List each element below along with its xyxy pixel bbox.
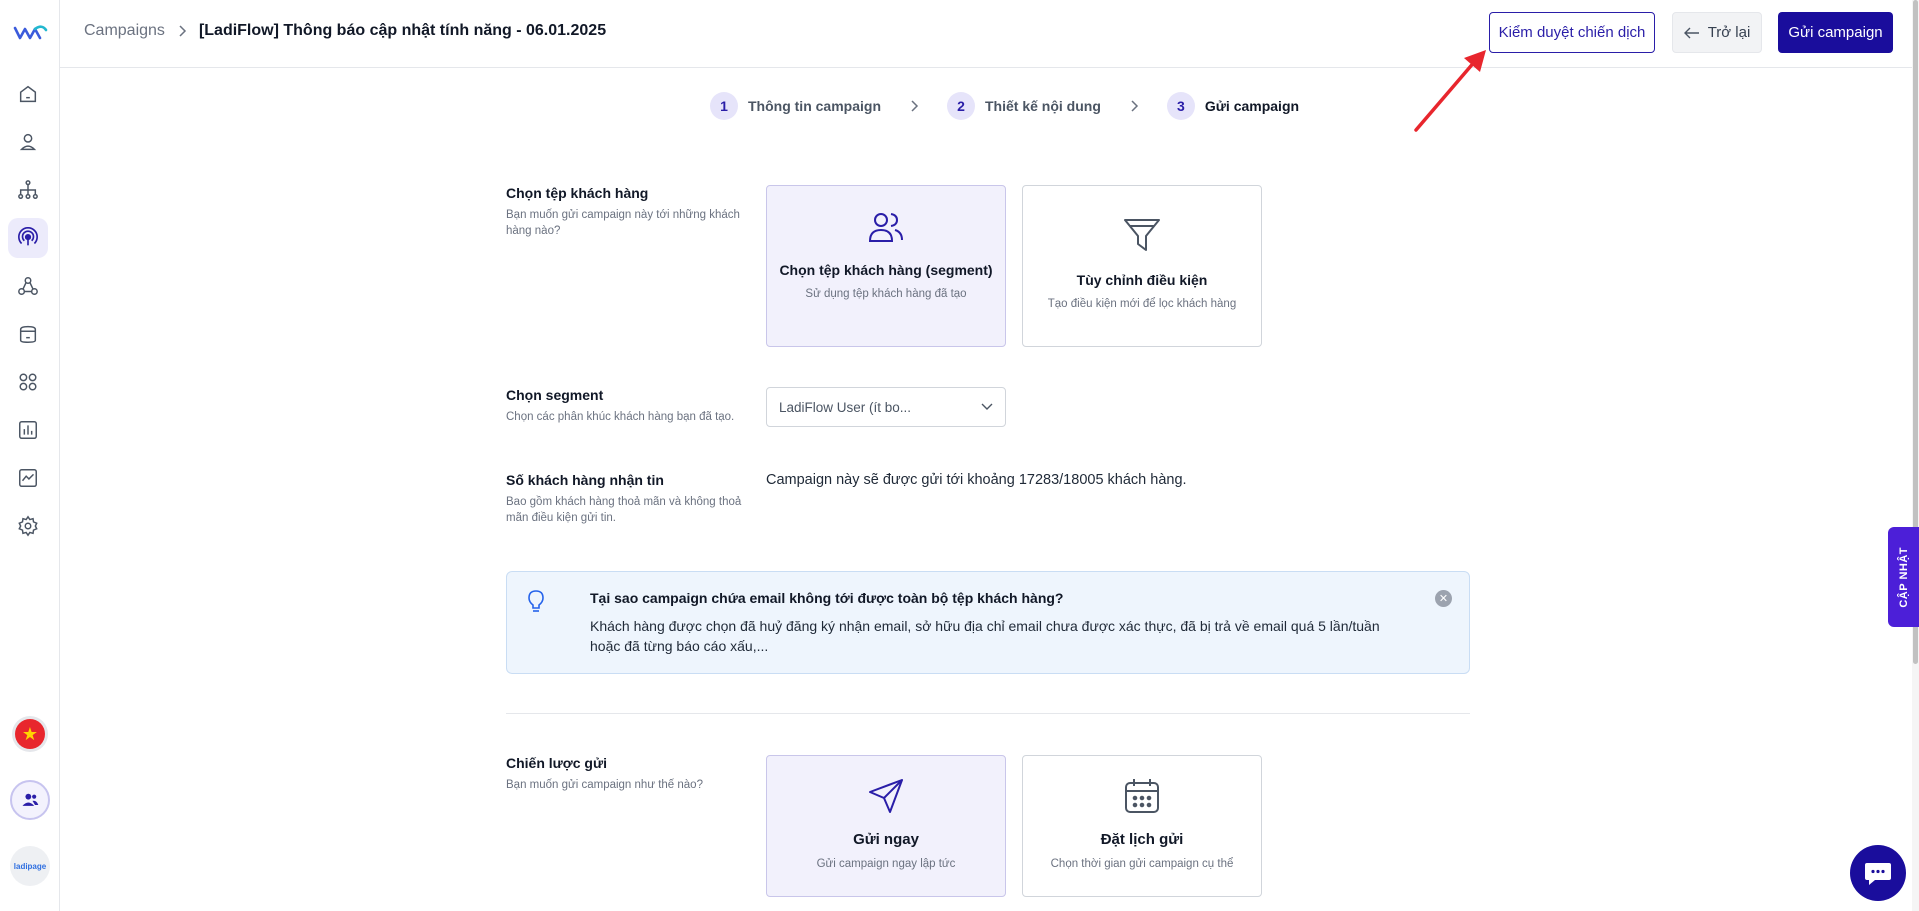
segment-select[interactable]: LadiFlow User (ít bo...: [766, 387, 1006, 427]
sidebar-item-contacts[interactable]: [8, 122, 48, 162]
team-icon: [22, 793, 39, 806]
audience-title: Chọn tệp khách hàng: [506, 185, 649, 201]
recipients-section-label: Số khách hàng nhận tin Bao gồm khách hàn…: [506, 472, 756, 526]
filter-icon: [1124, 219, 1160, 251]
broadcast-icon: [18, 227, 38, 246]
schedule-card[interactable]: Đặt lịch gửi Chọn thời gian gửi campaign…: [1022, 755, 1262, 897]
sidebar-item-analytics[interactable]: [8, 458, 48, 498]
update-news-tab[interactable]: CẬP NHẬT: [1888, 527, 1919, 627]
step-2[interactable]: 2 Thiết kế nội dung: [947, 92, 1101, 120]
step-number: 3: [1166, 92, 1195, 120]
strategy-desc: Bạn muốn gửi campaign như thế nào?: [506, 779, 703, 791]
recipients-count-text: Campaign này sẽ được gửi tới khoảng 1728…: [766, 472, 1187, 488]
chevron-right-icon: [1131, 100, 1138, 112]
step-1[interactable]: 1 Thông tin campaign: [710, 92, 881, 120]
app-root: ★ ladipage Campaigns [LadiFlow] Thông bá…: [0, 0, 1919, 911]
info-title: Tại sao campaign chứa email không tới đư…: [590, 590, 1064, 606]
custom-condition-desc: Tạo điều kiện mới để lọc khách hàng: [1047, 298, 1237, 310]
activity-chart-icon: [19, 469, 37, 487]
close-icon[interactable]: ✕: [1435, 590, 1452, 607]
chat-support-button[interactable]: [1850, 845, 1906, 901]
vietnam-flag-icon: ★: [15, 719, 45, 749]
recipients-desc: Bao gồm khách hàng thoả mãn và không tho…: [506, 496, 742, 524]
send-now-desc: Gửi campaign ngay lập tức: [816, 858, 956, 870]
schedule-desc: Chọn thời gian gửi campaign cụ thể: [1050, 858, 1234, 870]
chat-icon: [1865, 863, 1891, 885]
arrow-left-icon: [1683, 27, 1699, 38]
strategy-section-label: Chiến lược gửi Bạn muốn gửi campaign như…: [506, 755, 756, 793]
sidebar-item-apps[interactable]: [8, 362, 48, 402]
home-icon: [19, 85, 37, 103]
settings-icon: [18, 515, 38, 537]
language-flag-button[interactable]: ★: [12, 716, 48, 752]
step-number: 1: [710, 92, 738, 120]
send-icon: [869, 779, 903, 813]
app-logo[interactable]: [12, 20, 48, 44]
sidebar-item-data[interactable]: [8, 314, 48, 354]
calendar-icon: [1125, 779, 1159, 813]
step-label: Thiết kế nội dung: [985, 98, 1101, 114]
send-now-title: Gửi ngay: [853, 831, 919, 848]
send-campaign-button[interactable]: Gửi campaign: [1778, 12, 1893, 53]
database-icon: [19, 325, 37, 343]
step-label: Thông tin campaign: [748, 98, 881, 114]
update-tab-label: CẬP NHẬT: [1897, 546, 1910, 608]
chevron-right-icon: [911, 100, 919, 112]
sidebar: ★ ladipage: [0, 0, 60, 911]
ladipage-logo: ladipage: [13, 861, 47, 871]
annotation-arrow: [1414, 50, 1486, 132]
chevron-right-icon: [179, 25, 186, 37]
breadcrumb: Campaigns [LadiFlow] Thông báo cập nhật …: [84, 22, 606, 40]
sidebar-item-campaigns[interactable]: [8, 218, 48, 258]
sidebar-item-integrations[interactable]: [8, 266, 48, 306]
step-number: 2: [947, 92, 975, 120]
step-3[interactable]: 3 Gửi campaign: [1166, 92, 1300, 120]
top-header: Campaigns [LadiFlow] Thông báo cập nhật …: [60, 0, 1919, 68]
segment-desc: Chọn các phân khúc khách hàng bạn đã tạo…: [506, 411, 735, 423]
user-icon: [19, 133, 37, 151]
chevron-down-icon: [981, 403, 993, 410]
lightbulb-icon: [528, 590, 544, 612]
segment-section-label: Chọn segment Chọn các phân khúc khách hà…: [506, 387, 756, 425]
back-button[interactable]: Trở lại: [1672, 12, 1762, 53]
breadcrumb-campaigns-link[interactable]: Campaigns: [84, 22, 165, 40]
team-button[interactable]: [10, 780, 50, 820]
segment-selected-value: LadiFlow User (ít bo...: [779, 399, 912, 415]
ladipage-switch-button[interactable]: ladipage: [10, 846, 50, 886]
review-campaign-button[interactable]: Kiểm duyệt chiến dịch: [1489, 12, 1655, 53]
info-alert: Tại sao campaign chứa email không tới đư…: [506, 571, 1470, 674]
bar-chart-icon: [19, 421, 37, 439]
schedule-title: Đặt lịch gửi: [1100, 831, 1184, 848]
page-title: [LadiFlow] Thông báo cập nhật tính năng …: [198, 22, 607, 39]
hierarchy-icon: [18, 180, 38, 199]
custom-condition-card[interactable]: Tùy chỉnh điều kiện Tạo điều kiện mới để…: [1022, 185, 1262, 347]
sidebar-item-flows[interactable]: [8, 170, 48, 210]
segment-option-title: Chọn tệp khách hàng (segment): [779, 262, 993, 278]
sidebar-item-home[interactable]: [8, 74, 48, 114]
nodes-icon: [18, 277, 38, 295]
send-now-card[interactable]: Gửi ngay Gửi campaign ngay lập tức: [766, 755, 1006, 897]
audience-section-label: Chọn tệp khách hàng Bạn muốn gửi campaig…: [506, 185, 756, 239]
segment-option-card[interactable]: Chọn tệp khách hàng (segment) Sử dụng tệ…: [766, 185, 1006, 347]
segment-option-desc: Sử dụng tệp khách hàng đã tạo: [805, 288, 967, 300]
sidebar-item-reports[interactable]: [8, 410, 48, 450]
back-button-label: Trở lại: [1707, 24, 1751, 41]
audience-desc: Bạn muốn gửi campaign này tới những khác…: [506, 209, 740, 237]
users-icon: [868, 213, 903, 242]
stepper: 1 Thông tin campaign 2 Thiết kế nội dung…: [710, 92, 1299, 120]
custom-condition-title: Tùy chỉnh điều kiện: [1076, 272, 1208, 288]
strategy-title: Chiến lược gửi: [506, 755, 608, 771]
segment-title: Chọn segment: [506, 387, 604, 403]
info-body: Khách hàng được chọn đã huỷ đăng ký nhận…: [590, 618, 1380, 654]
recipients-title: Số khách hàng nhận tin: [506, 472, 664, 488]
apps-icon: [19, 373, 37, 391]
section-divider: [506, 713, 1470, 714]
step-label: Gửi campaign: [1204, 98, 1300, 114]
sidebar-item-settings[interactable]: [8, 506, 48, 546]
